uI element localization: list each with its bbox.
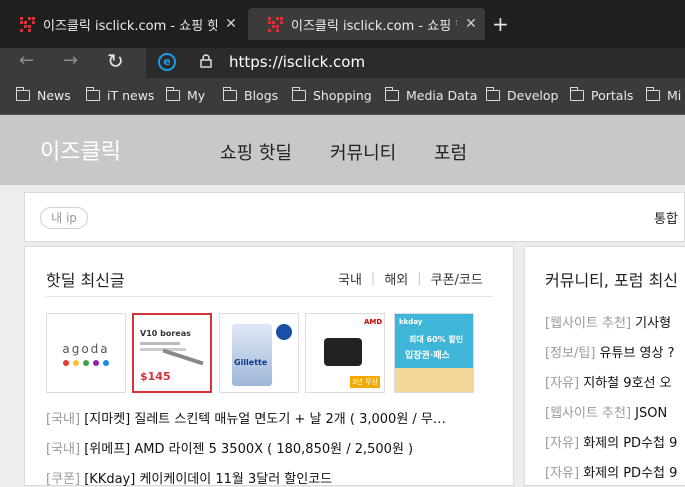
deal-thumbnail-vacuum[interactable]: V10 boreas $145 [132,313,212,393]
community-title[interactable]: 커뮤니티, 포럼 최신 [545,267,685,291]
folder-icon [485,87,500,101]
close-tab-icon[interactable]: ✕ [457,16,485,32]
list-item[interactable]: [자유] 화제의 PD수첩 9 [545,462,685,481]
vacuum-title: V10 boreas [140,329,191,338]
site-logo[interactable]: 이즈클릭 [40,134,121,166]
url-text[interactable]: https://isclick.com [229,53,365,71]
kkday-logo: kkday [399,318,423,326]
isclick-favicon-icon [268,16,283,32]
hotdeal-title[interactable]: 핫딜 최신글 [46,267,125,291]
lock-icon[interactable] [200,54,212,68]
deal-thumbnail-kkday[interactable]: kkday 최대 60% 할인 입장권·패스 [394,313,474,393]
tab-domestic[interactable]: 국내 [338,269,362,288]
tab-title: 이즈클릭 isclick.com - 쇼핑 핫딜 [43,18,217,34]
back-icon[interactable]: ← [19,50,34,71]
refresh-icon[interactable]: ↻ [107,49,124,73]
deal-thumbnail-amd[interactable]: AMD 3년 무상 [305,313,385,393]
kkday-promo: 최대 60% 할인 [409,335,464,344]
folder-icon [291,87,306,101]
cpu-cooler-image [324,338,362,366]
kkday-promo-sub: 입장권·패스 [405,351,450,361]
bookmark-blogs[interactable]: Blogs [222,87,278,103]
list-item[interactable]: [국내] [위메프] AMD 라이젠 5 3500X ( 180,850원 / … [46,438,486,457]
list-item[interactable]: [자유] 화제의 PD수첩 9 [545,432,685,451]
list-item[interactable]: [웹사이트 추천] 기사형 [545,312,685,331]
folder-icon [222,87,237,101]
amd-label: AMD [364,318,383,326]
browser-tab-active[interactable]: 이즈클릭 isclick.com - 쇼핑 핫딜 ✕ [248,8,485,40]
tab-title: 이즈클릭 isclick.com - 쇼핑 핫딜 [291,18,457,34]
address-bar[interactable] [146,48,685,78]
folder-icon [85,87,100,101]
deal-thumbnail-gillette[interactable]: Gillette [219,313,299,393]
agoda-dots [47,360,125,366]
divider [46,296,493,297]
divider: | [370,271,376,286]
bookmark-news[interactable]: News [15,87,71,103]
bookmark-develop[interactable]: Develop [485,87,558,103]
list-item[interactable]: [국내] [지마켓] 질레트 스킨텍 매뉴얼 면도기 + 날 2개 ( 3,00… [46,408,486,427]
list-item[interactable]: [쿠폰] [KKday] 케이케이데이 11월 3달러 할인코드 [46,468,486,487]
vacuum-price: $145 [140,370,171,383]
bookmark-shopping[interactable]: Shopping [291,87,372,103]
new-tab-button[interactable]: + [492,12,509,36]
bookmark-it-news[interactable]: iT news [85,87,154,103]
folder-icon [569,87,584,101]
internet-explorer-icon[interactable]: e [158,53,176,71]
agoda-logo: agoda [62,342,110,356]
folder-icon [165,87,180,101]
divider: | [417,271,422,286]
badge-icon [276,324,292,340]
folder-icon [15,87,30,101]
vacuum-image [162,348,204,366]
folder-icon [645,87,660,101]
gillette-label: Gillette [234,358,268,367]
warranty-badge: 3년 무상 [350,376,380,388]
menu-community[interactable]: 커뮤니티 [330,139,396,165]
bookmark-media-data[interactable]: Media Data [384,87,477,103]
my-ip-button[interactable]: 내 ip [40,207,88,229]
browser-tab[interactable]: 이즈클릭 isclick.com - 쇼핑 핫딜 ✕ [0,8,245,40]
forward-icon[interactable]: → [63,50,78,71]
menu-forum[interactable]: 포럼 [434,139,467,165]
beach-image [395,368,473,392]
folder-icon [384,87,399,101]
isclick-favicon-icon [20,16,35,32]
tab-coupon[interactable]: 쿠폰/코드 [431,269,483,288]
bookmark-mi[interactable]: Mi [645,87,681,103]
list-item[interactable]: [정보/팁] 유튜브 영상 ? [545,342,685,361]
list-item[interactable]: [웹사이트 추천] JSON [545,402,685,421]
razor-package-image [232,324,272,386]
deal-tab-list: 국내 | 해외 | 쿠폰/코드 [338,269,483,288]
list-item[interactable]: [자유] 지하철 9호선 오 [545,372,685,391]
ip-search-row [24,192,685,242]
bookmark-my[interactable]: My [165,87,205,103]
menu-hotdeal[interactable]: 쇼핑 핫딜 [220,139,292,165]
integrated-search-label[interactable]: 통합 [654,208,678,227]
deal-thumbnail-agoda[interactable]: agoda [46,313,126,393]
tab-overseas[interactable]: 해외 [384,269,408,288]
close-tab-icon[interactable]: ✕ [217,16,245,32]
bookmark-portals[interactable]: Portals [569,87,633,103]
